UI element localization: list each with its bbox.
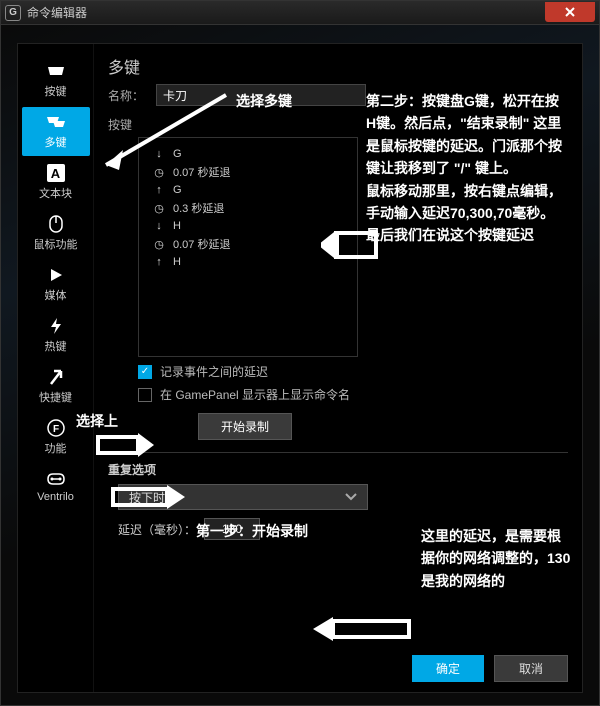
key-up-icon: ↑	[153, 184, 165, 196]
sidebar-item-textblock[interactable]: A 文本块	[22, 158, 90, 207]
function-icon: F	[45, 419, 67, 437]
media-icon	[45, 266, 67, 284]
start-record-button[interactable]: 开始录制	[198, 413, 292, 440]
keys-label: 按键	[108, 116, 568, 133]
key-event-row[interactable]: ◷ 0.3 秒延退	[153, 200, 343, 216]
clock-icon: ◷	[153, 166, 165, 178]
sidebar-item-ventrilo[interactable]: Ventrilo	[22, 464, 90, 509]
chevron-down-icon	[345, 493, 357, 501]
gamepanel-label: 在 GamePanel 显示器上显示命令名	[160, 386, 350, 403]
sidebar-item-label: 文本块	[39, 185, 72, 201]
key-event-row[interactable]: ↓H	[153, 220, 343, 232]
key-event-text: H	[173, 220, 181, 232]
titlebar: G 命令编辑器	[1, 1, 599, 25]
key-events-box[interactable]: ↓G◷0.07 秒延退↑G◷0.3 秒延退↓H◷0.07 秒延退↑H	[138, 137, 358, 357]
dialog-footer: 确定 取消	[412, 655, 568, 682]
sidebar-item-shortcut[interactable]: 快捷键	[22, 362, 90, 411]
repeat-mode-select[interactable]: 按下时	[118, 484, 368, 510]
key-event-row[interactable]: ◷ 0.07 秒延退	[153, 164, 343, 180]
mouse-icon	[45, 215, 67, 233]
sidebar: 按键多键 A 文本块鼠标功能媒体热键快捷键 F 功能 Ventrilo	[18, 44, 94, 692]
clock-icon: ◷	[153, 202, 165, 214]
close-button[interactable]	[545, 2, 595, 22]
sidebar-item-function[interactable]: F 功能	[22, 413, 90, 462]
ventrilo-icon	[45, 470, 67, 488]
select-value: 按下时	[129, 489, 165, 506]
record-delay-label: 记录事件之间的延迟	[160, 363, 268, 380]
textblock-icon: A	[45, 164, 67, 182]
repeat-options-heading: 重复选项	[108, 461, 568, 478]
key-event-text: G	[173, 184, 182, 196]
content-panel: 多键 名称： 按键 ↓G◷0.07 秒延退↑G◷0.3 秒延退↓H◷0.07 秒…	[94, 44, 582, 692]
command-editor-window: G 命令编辑器 按键多键A文本块鼠标功能媒体热键快捷键F功能Ventrilo 多…	[0, 0, 600, 706]
key-up-icon: ↑	[153, 256, 165, 268]
key-event-text: G	[173, 148, 182, 160]
shortcut-icon	[45, 368, 67, 386]
multikey-icon	[45, 113, 67, 131]
key-event-row[interactable]: ◷ 0.07 秒延退	[153, 236, 343, 252]
sidebar-item-media[interactable]: 媒体	[22, 260, 90, 309]
sidebar-item-label: 按键	[45, 83, 67, 99]
key-event-text: 0.3 秒延退	[173, 200, 224, 216]
section-heading: 多键	[108, 54, 568, 78]
delay-label: 延迟（毫秒）：	[118, 521, 196, 538]
key-event-row[interactable]: ↑H	[153, 256, 343, 268]
key-event-text: 0.07 秒延退	[173, 236, 230, 252]
close-icon	[564, 6, 576, 18]
gamepanel-checkbox[interactable]	[138, 388, 152, 402]
sidebar-item-label: 功能	[45, 440, 67, 456]
sidebar-item-hotkey[interactable]: 热键	[22, 311, 90, 360]
app-logo: G	[5, 5, 21, 21]
sidebar-item-mouse[interactable]: 鼠标功能	[22, 209, 90, 258]
sidebar-item-label: Ventrilo	[37, 491, 74, 503]
svg-text:F: F	[52, 424, 58, 435]
sidebar-item-label: 鼠标功能	[34, 236, 78, 252]
key-down-icon: ↓	[153, 148, 165, 160]
name-label: 名称：	[108, 87, 156, 104]
key-event-row[interactable]: ↓G	[153, 148, 343, 160]
cancel-button[interactable]: 取消	[494, 655, 568, 682]
ok-button[interactable]: 确定	[412, 655, 484, 682]
sidebar-item-label: 媒体	[45, 287, 67, 303]
sidebar-item-multikey[interactable]: 多键	[22, 107, 90, 156]
name-input[interactable]	[156, 84, 366, 106]
keystroke-icon	[45, 62, 67, 80]
window-title: 命令编辑器	[27, 4, 545, 21]
key-down-icon: ↓	[153, 220, 165, 232]
record-delay-checkbox[interactable]: ✓	[138, 365, 152, 379]
delay-input[interactable]	[204, 518, 260, 540]
hotkey-icon	[45, 317, 67, 335]
clock-icon: ◷	[153, 238, 165, 250]
sidebar-item-label: 多键	[45, 134, 67, 150]
key-event-text: H	[173, 256, 181, 268]
separator	[108, 452, 568, 453]
key-event-row[interactable]: ↑G	[153, 184, 343, 196]
key-event-text: 0.07 秒延退	[173, 164, 230, 180]
sidebar-item-label: 热键	[45, 338, 67, 354]
sidebar-item-label: 快捷键	[39, 389, 72, 405]
sidebar-item-keystroke[interactable]: 按键	[22, 56, 90, 105]
